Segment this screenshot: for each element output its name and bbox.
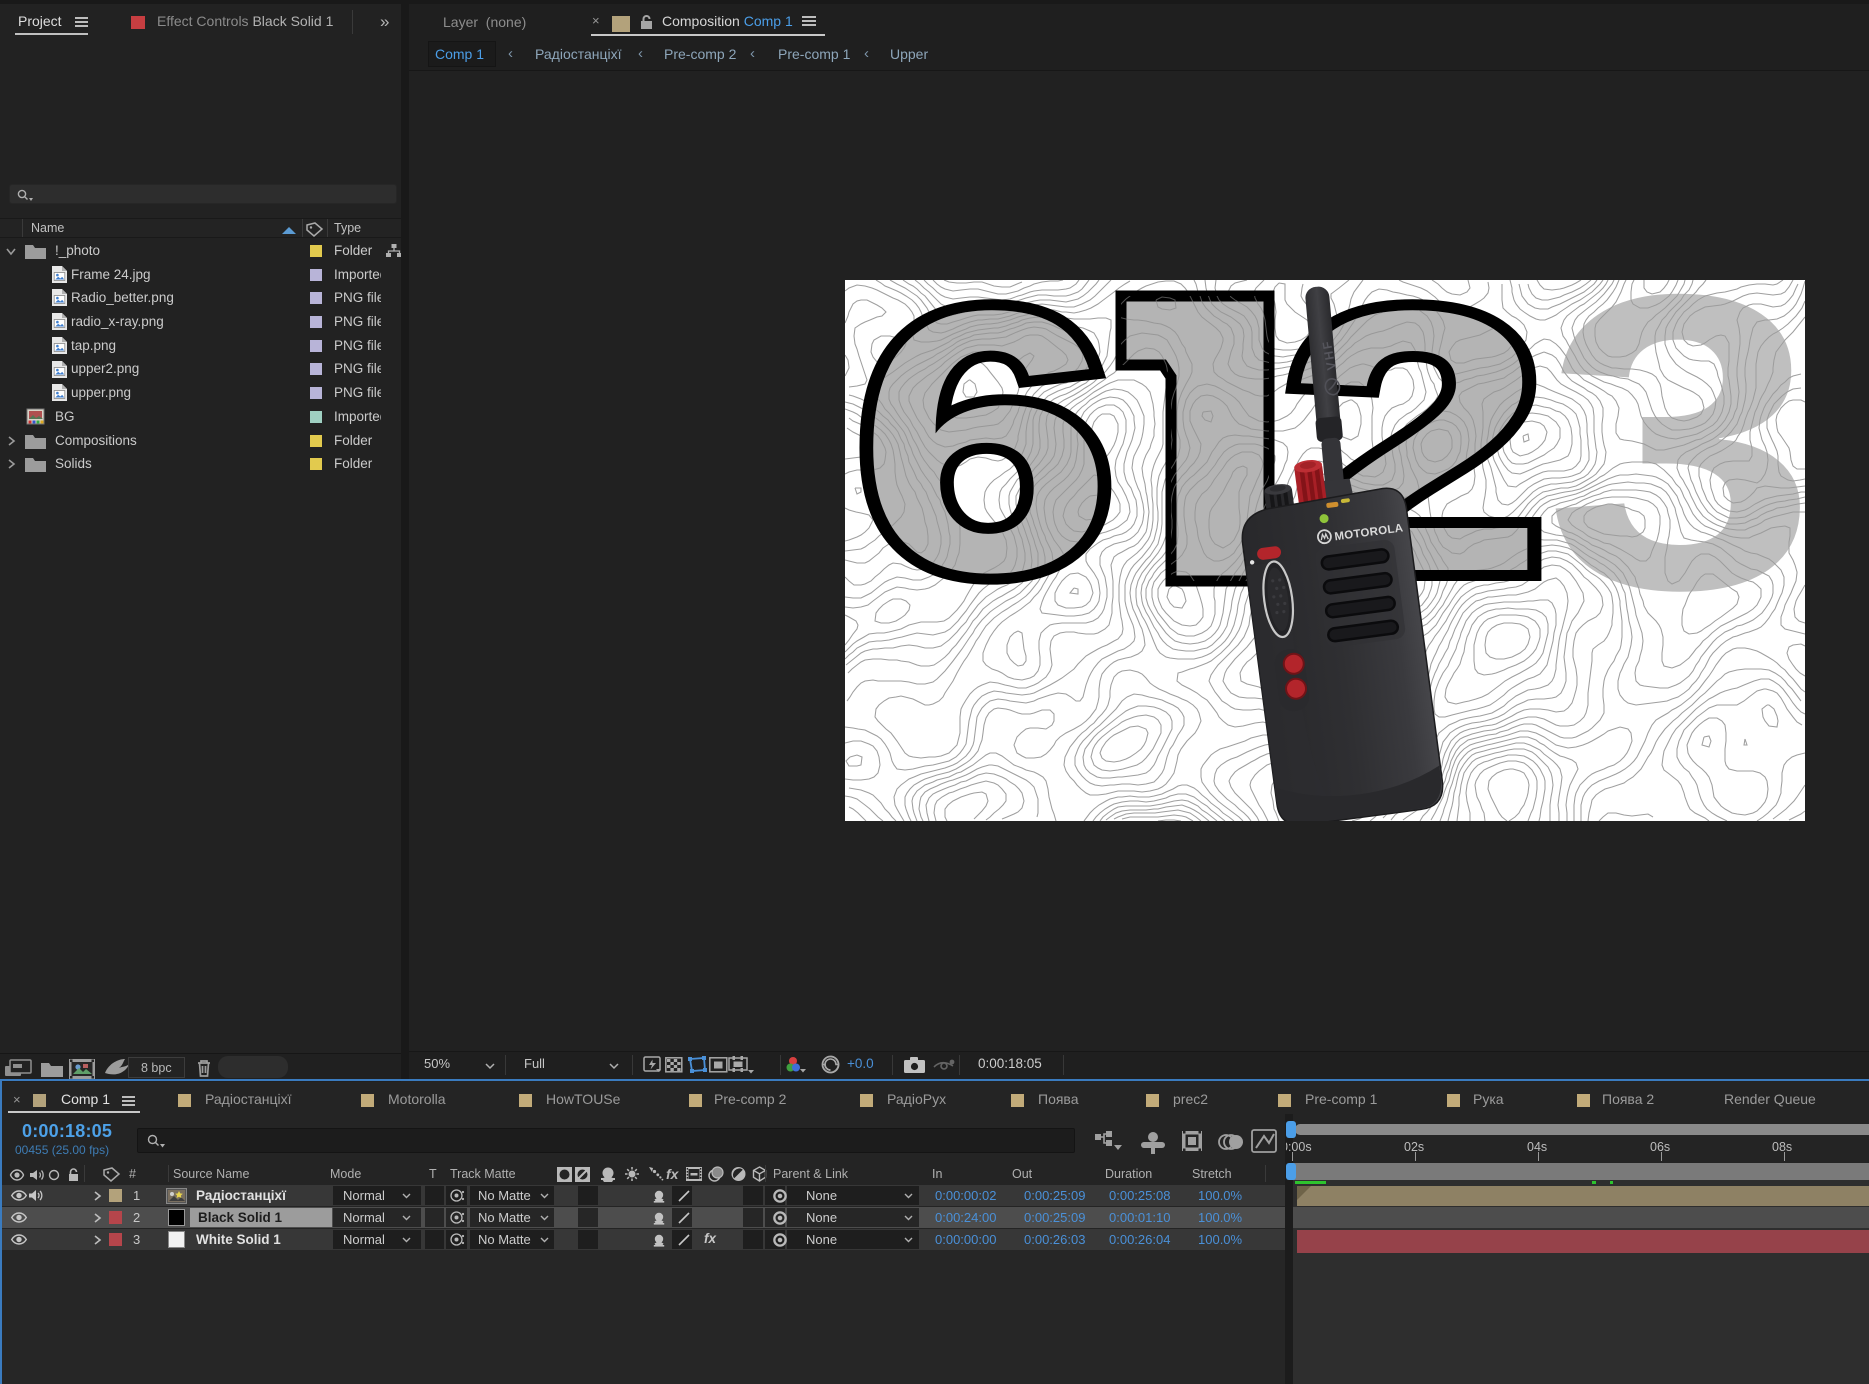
svg-text:fx: fx bbox=[666, 1166, 680, 1182]
